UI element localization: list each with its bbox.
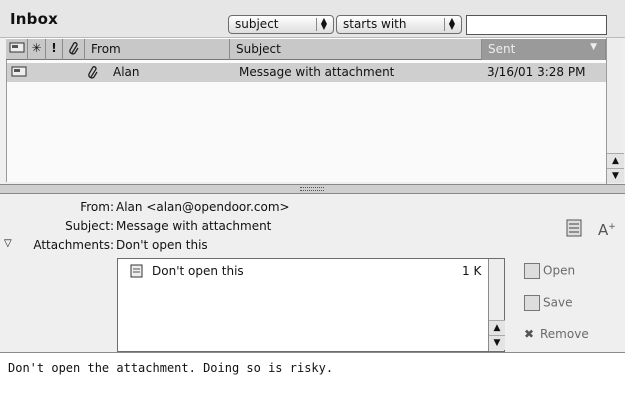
column-from[interactable]: From (85, 39, 230, 60)
text-style-icon[interactable]: A+ (598, 221, 616, 239)
envelope-icon (11, 66, 27, 81)
open-label: Open (543, 263, 576, 278)
paperclip-icon (87, 65, 99, 82)
search-operator-value: starts with (343, 17, 407, 31)
attachment-size: 1 K (462, 264, 482, 278)
message-list: Alan Message with attachment 3/16/01 3:2… (6, 60, 607, 182)
scroll-down-icon[interactable]: ▼ (607, 168, 624, 183)
attachment-scrollbar[interactable]: ▲ ▼ (488, 259, 505, 351)
search-field-value: subject (235, 17, 279, 31)
priority-icon: ! (51, 41, 57, 55)
message-row[interactable]: Alan Message with attachment 3/16/01 3:2… (7, 63, 607, 82)
remove-label: Remove (540, 327, 589, 341)
attachments-label: Attachments: (33, 238, 114, 252)
message-subject: Message with attachment (239, 65, 395, 79)
column-sent[interactable]: Sent ▼ (482, 39, 606, 60)
open-attachment-button[interactable]: Open (524, 263, 575, 279)
search-operator-select[interactable]: starts with ▲ ▼ (336, 15, 462, 34)
message-list-scrollbar[interactable]: ▲ ▼ (606, 38, 624, 184)
column-priority[interactable]: ! (46, 39, 63, 60)
search-input[interactable] (466, 15, 607, 35)
search-field-select[interactable]: subject ▲ ▼ (228, 15, 334, 34)
attachments-value: Don't open this (116, 238, 208, 252)
from-label: From: (80, 200, 114, 214)
attachment-name: Don't open this (152, 264, 244, 278)
mailbox-title: Inbox (10, 10, 58, 28)
remove-x-icon: ✖ (524, 327, 535, 341)
message-from: Alan (113, 65, 140, 79)
save-label: Save (543, 295, 573, 310)
column-status[interactable] (6, 39, 28, 60)
subject-value: Message with attachment (116, 219, 272, 233)
select-arrows-icon: ▲ ▼ (316, 17, 330, 31)
column-subject[interactable]: Subject (230, 39, 482, 60)
scroll-up-icon[interactable]: ▲ (489, 320, 505, 335)
remove-attachment-button[interactable]: ✖ Remove (524, 327, 589, 341)
document-icon (130, 264, 143, 281)
column-label[interactable]: ✳ (28, 39, 46, 60)
message-sent: 3/16/01 3:28 PM (487, 65, 586, 79)
select-arrows-icon: ▲ ▼ (444, 17, 458, 31)
message-list-header: ✳ ! From Subject Sent ▼ (6, 38, 606, 60)
scroll-down-icon[interactable]: ▼ (489, 335, 505, 350)
asterisk-icon: ✳ (31, 41, 42, 55)
show-headers-icon[interactable] (566, 219, 582, 241)
splitter-grip-icon[interactable] (300, 187, 324, 191)
save-attachment-button[interactable]: Save (524, 295, 572, 311)
attachment-item[interactable]: Don't open this 1 K (126, 263, 486, 281)
disk-icon (524, 295, 540, 311)
subject-label: Subject: (65, 219, 114, 233)
scroll-up-icon[interactable]: ▲ (607, 153, 624, 168)
envelope-icon (9, 42, 24, 53)
column-sent-label: Sent (488, 42, 516, 56)
sort-descending-icon: ▼ (590, 42, 597, 52)
column-attachment[interactable] (63, 39, 85, 60)
open-icon (524, 263, 540, 279)
paperclip-icon (68, 42, 79, 55)
message-body[interactable]: Don't open the attachment. Doing so is r… (0, 352, 625, 395)
pane-splitter[interactable] (0, 184, 625, 194)
attachment-list: Don't open this 1 K ▲ ▼ (117, 258, 505, 352)
from-value: Alan <alan@opendoor.com> (116, 200, 290, 214)
